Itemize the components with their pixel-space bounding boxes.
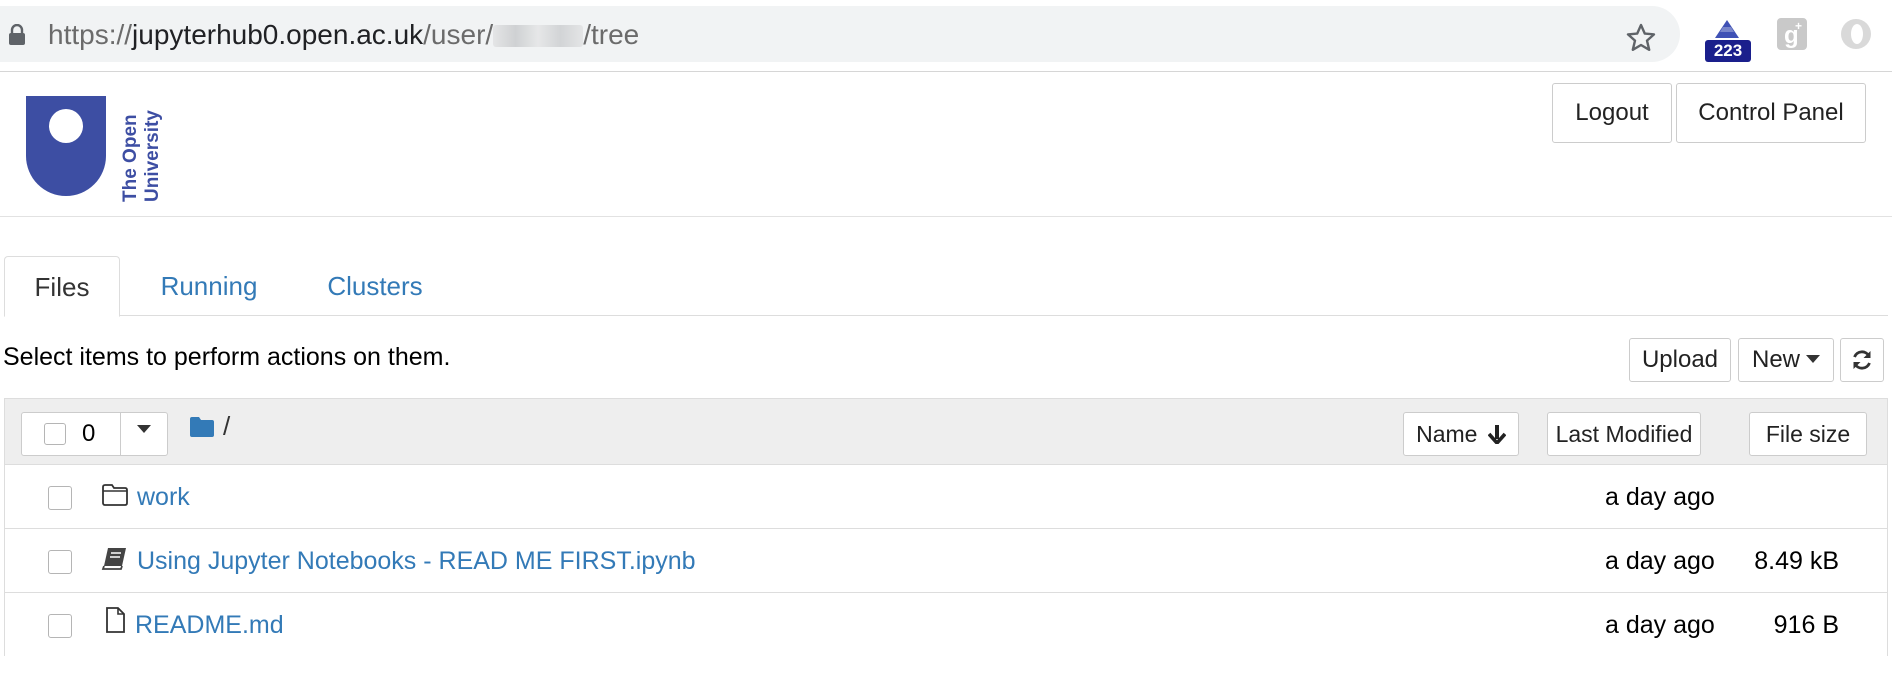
select-all-box[interactable]: 0 (21, 412, 121, 456)
extension-badge: 223 (1705, 40, 1751, 62)
caret-down-icon (1806, 355, 1820, 363)
svg-text:+: + (1795, 19, 1802, 33)
folder-icon[interactable] (189, 416, 215, 438)
selection-hint: Select items to perform actions on them. (3, 343, 451, 371)
list-item[interactable]: Using Jupyter Notebooks - READ ME FIRST.… (5, 529, 1887, 593)
breadcrumb-root[interactable]: / (223, 411, 230, 441)
upload-button[interactable]: Upload (1629, 338, 1731, 382)
file-link[interactable]: Using Jupyter Notebooks - READ ME FIRST.… (137, 545, 696, 577)
sort-by-name-button[interactable]: Name (1403, 412, 1519, 456)
last-modified: a day ago (1605, 547, 1715, 575)
url-path-suffix: /tree (583, 19, 640, 50)
select-all-checkbox[interactable] (44, 423, 66, 445)
logo-text-line1: The Open (120, 114, 141, 202)
caret-down-icon (137, 425, 151, 433)
tab-clusters[interactable]: Clusters (300, 256, 450, 316)
main-tabs: Files Running Clusters (4, 256, 1888, 317)
lock-icon (9, 24, 25, 45)
opera-extension-icon[interactable] (1838, 16, 1874, 52)
last-modified: a day ago (1605, 611, 1715, 639)
logo-text-line2: University (142, 110, 163, 202)
google-plus-extension-icon[interactable]: g + (1775, 16, 1809, 52)
sort-name-label: Name (1416, 421, 1478, 447)
file-size: 8.49 kB (1754, 547, 1839, 575)
file-size: 916 B (1773, 611, 1839, 639)
row-checkbox[interactable] (48, 550, 72, 574)
file-link[interactable]: README.md (135, 609, 284, 641)
redacted-username (493, 25, 584, 47)
folder-icon (102, 484, 128, 506)
selection-dropdown-button[interactable] (120, 412, 168, 456)
url-path-prefix: /user/ (423, 19, 494, 50)
file-icon (106, 607, 125, 633)
tab-files[interactable]: Files (4, 256, 120, 317)
logout-button[interactable]: Logout (1552, 83, 1672, 143)
refresh-button[interactable] (1840, 338, 1884, 382)
row-checkbox[interactable] (48, 486, 72, 510)
open-university-logo[interactable]: The Open University (24, 94, 174, 204)
star-icon[interactable] (1625, 22, 1657, 54)
url-host: jupyterhub0.open.ac.uk (132, 19, 424, 50)
notebook-icon (101, 548, 126, 570)
site-header: The Open University Logout Control Panel (0, 72, 1892, 217)
tab-running[interactable]: Running (134, 256, 284, 316)
browser-toolbar: https://jupyterhub0.open.ac.uk/user/ /tre… (0, 0, 1892, 72)
file-list: 0 / Name Last Modified File size work a … (4, 398, 1888, 657)
new-dropdown-button[interactable]: New (1738, 338, 1834, 382)
list-item[interactable]: work a day ago (5, 465, 1887, 529)
new-button-label: New (1751, 346, 1800, 373)
file-list-header: 0 / Name Last Modified File size (5, 399, 1887, 465)
refresh-icon (1853, 350, 1871, 370)
sort-by-file-size-button[interactable]: File size (1749, 412, 1867, 456)
file-link[interactable]: work (137, 481, 190, 513)
url-scheme: https:// (48, 19, 133, 50)
list-item[interactable]: README.md a day ago 916 B (5, 593, 1887, 657)
row-checkbox[interactable] (48, 614, 72, 638)
sort-by-last-modified-button[interactable]: Last Modified (1547, 412, 1701, 456)
control-panel-button[interactable]: Control Panel (1676, 83, 1866, 143)
url-text[interactable]: https://jupyterhub0.open.ac.uk/user/ /tre… (48, 20, 639, 50)
address-bar[interactable]: https://jupyterhub0.open.ac.uk/user/ /tre… (0, 6, 1680, 62)
selected-count: 0 (82, 420, 96, 447)
last-modified: a day ago (1605, 483, 1715, 511)
arrow-down-icon (1487, 425, 1507, 445)
